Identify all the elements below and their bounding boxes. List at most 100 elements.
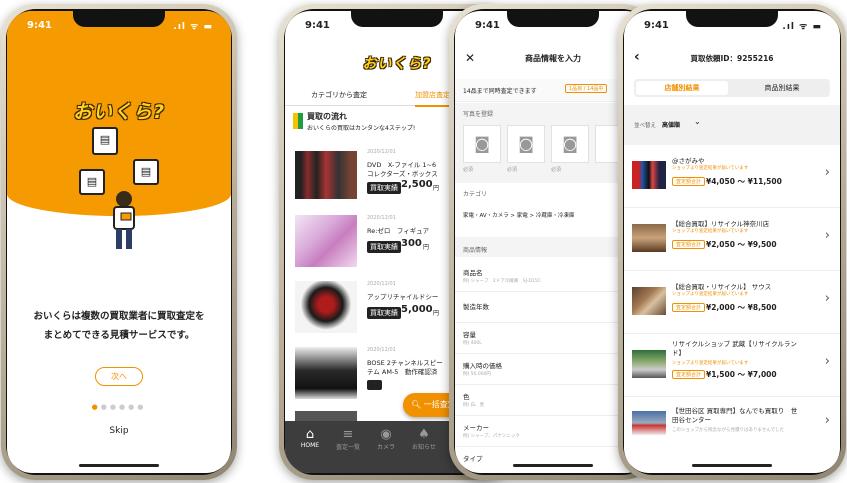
store-card[interactable]: 【総合買取】リサイクル神奈川店 ショップより査定結果が届いています 査定額合計 …: [624, 208, 840, 271]
nav-home[interactable]: ⌂ HOME: [295, 427, 325, 449]
beginner-mark-icon: [293, 113, 303, 129]
total-badge: 査定額合計: [672, 370, 706, 379]
item-price-unit: 円: [423, 244, 430, 251]
photo-required-label: 必須: [551, 167, 562, 173]
search-icon: 🔍︎: [411, 400, 422, 409]
flow-title: 買取の流れ: [307, 112, 347, 121]
item-name: アップリチャイルドシー: [367, 293, 439, 301]
price-range: ¥4,050 ～ ¥11,500: [706, 177, 782, 186]
camera-icon: ◙: [474, 134, 490, 153]
store-note: ショップより査定結果が届いています: [672, 292, 749, 297]
item-price: 300: [401, 238, 422, 249]
headline-line1: おいくらは複数の買取業者に買取査定を: [33, 311, 205, 322]
item-date: 2020/12/01: [367, 347, 396, 353]
sort-value: 高値順: [662, 122, 681, 129]
bell-icon: ♠: [418, 427, 430, 442]
results-list: @さがみや ショップより査定結果が届いています 査定額合計 ¥4,050 ～ ¥…: [624, 145, 840, 453]
sold-badge: [367, 380, 382, 390]
nav-label: 査定一覧: [335, 444, 360, 451]
item-price-unit: 円: [433, 185, 440, 192]
batch-badge: 1品目 / 14品中: [565, 84, 608, 93]
nav-notice[interactable]: ♠ お知らせ: [409, 427, 439, 451]
chevron-right-icon: ›: [824, 165, 830, 180]
home-icon: ⌂: [305, 427, 315, 442]
status-icons: .ıl ᯤ ▬: [782, 22, 822, 32]
nav-list[interactable]: ≡ 査定一覧: [333, 427, 363, 451]
tab-partner[interactable]: 加盟店査定: [415, 90, 450, 107]
nav-camera[interactable]: ◉ カメラ: [371, 427, 401, 451]
store-note: このショップから残念ながら見積りはありませんでした: [672, 428, 785, 433]
next-button[interactable]: 次へ: [95, 367, 143, 386]
store-card[interactable]: @さがみや ショップより査定結果が届いています 査定額合計 ¥4,050 ～ ¥…: [624, 145, 840, 208]
list-icon: ≡: [342, 427, 354, 442]
onboarding-screen: 9:41 .ıl ᯤ ▬ おいくら? ▤ ▤ ▤ おいくらは複数の買取業者に買取…: [7, 11, 231, 473]
item-date: 2020/12/01: [367, 149, 396, 155]
onboarding-headline: おいくらは複数の買取業者に買取査定を まとめてできる見積サービスです。: [7, 307, 231, 345]
store-name: 【総合買取】リサイクル神奈川店: [672, 220, 770, 228]
field-hint: 例) 400L: [463, 341, 482, 346]
photo-required-label: 必須: [463, 167, 474, 173]
results-title: 買取依頼ID：9255216: [690, 54, 774, 63]
photo-slot[interactable]: ◙: [551, 125, 589, 163]
headline-line2: まとめてできる見積サービスです。: [43, 330, 195, 341]
tab-category[interactable]: カテゴリから査定: [311, 90, 367, 100]
nav-label: お知らせ: [412, 444, 436, 451]
store-thumbnail: [632, 224, 666, 252]
store-name: @さがみや: [672, 157, 705, 165]
store-note: ショップより査定結果が届いています: [672, 229, 749, 234]
photo-header: 写真を登録: [463, 111, 494, 118]
page-indicator[interactable]: ●●●●●●: [7, 403, 231, 411]
receipt-bubble-icon: ▤: [133, 159, 159, 185]
item-name-line2: テム AM-5 動作確認済: [367, 368, 438, 376]
segment-by-store[interactable]: 店舗別結果: [636, 81, 728, 95]
item-thumbnail: [295, 281, 357, 333]
field-label: メーカー: [463, 424, 489, 432]
batch-note: 14品まで同時査定できます: [463, 88, 537, 95]
store-card[interactable]: 【総合買取・リサイクル】 サウス ショップより査定結果が届いています 査定額合計…: [624, 271, 840, 334]
flow-subtitle: おいくらの買取はカンタンな4ステップ!: [307, 125, 416, 132]
field-label: タイプ: [463, 455, 483, 463]
field-label: 製造年数: [463, 303, 489, 311]
status-time: 9:41: [475, 20, 500, 31]
phone-results: 9:41 .ıl ᯤ ▬ ‹ 買取依頼ID：9255216 店舗別結果 商品別結…: [618, 4, 846, 480]
store-card[interactable]: リサイクルショップ 武蔵【リサイクルランド】 ショップより査定結果が届いています…: [624, 334, 840, 397]
category-value[interactable]: 家電・AV・カメラ > 家電 > 冷蔵庫・冷凍庫: [463, 211, 643, 219]
item-date: 2020/12/01: [367, 215, 396, 221]
store-name: 【総合買取・リサイクル】 サウス: [672, 283, 772, 291]
camera-icon: ◉: [380, 427, 392, 442]
photo-required-label: 必須: [507, 167, 518, 173]
segment-by-item[interactable]: 商品別結果: [736, 81, 828, 95]
store-card[interactable]: 【世田谷区 買取専門】なんでも買取り 世田谷センター このショップから残念ながら…: [624, 397, 840, 453]
item-thumbnail: [295, 347, 357, 399]
item-thumbnail: [295, 215, 357, 267]
photo-slot[interactable]: ◙: [463, 125, 501, 163]
field-label: 容量: [463, 331, 476, 339]
store-thumbnail: [632, 411, 666, 435]
sort-bar[interactable]: 並べ替え 高値順 ⌄: [624, 105, 840, 145]
store-note: ショップより査定結果が届いています: [672, 361, 749, 366]
store-name: 【世田谷区 買取専門】なんでも買取り 世田谷センター: [672, 407, 798, 424]
item-price: 2,500: [401, 179, 433, 190]
field-hint: 例) 50,000円: [463, 372, 491, 377]
item-date: 2020/12/01: [367, 281, 396, 287]
field-label: 購入時の価格: [463, 362, 502, 370]
category-header: カテゴリ: [463, 191, 488, 198]
nav-label: カメラ: [376, 444, 395, 451]
item-thumbnail: [295, 151, 357, 199]
total-badge: 査定額合計: [672, 303, 706, 312]
photo-slot[interactable]: ◙: [507, 125, 545, 163]
status-time: 9:41: [305, 20, 330, 31]
chevron-right-icon: ›: [824, 354, 830, 369]
phone-onboarding: 9:41 .ıl ᯤ ▬ おいくら? ▤ ▤ ▤ おいくらは複数の買取業者に買取…: [1, 4, 237, 480]
total-badge: 査定額合計: [672, 240, 706, 249]
nav-label: HOME: [300, 442, 320, 449]
chevron-right-icon: ›: [824, 291, 830, 306]
price-range: ¥2,050 ～ ¥9,500: [706, 240, 777, 249]
camera-icon: ◙: [562, 134, 578, 153]
skip-link[interactable]: Skip: [7, 426, 231, 436]
app-logo: おいくら?: [72, 101, 166, 123]
chevron-right-icon: ›: [824, 228, 830, 243]
field-hint: 例) シャープ 2ドア冷蔵庫 SJ-D15C: [463, 279, 541, 284]
price-range: ¥1,500 ～ ¥7,000: [706, 370, 777, 379]
item-name: Re:ゼロ フィギュア: [367, 227, 430, 235]
